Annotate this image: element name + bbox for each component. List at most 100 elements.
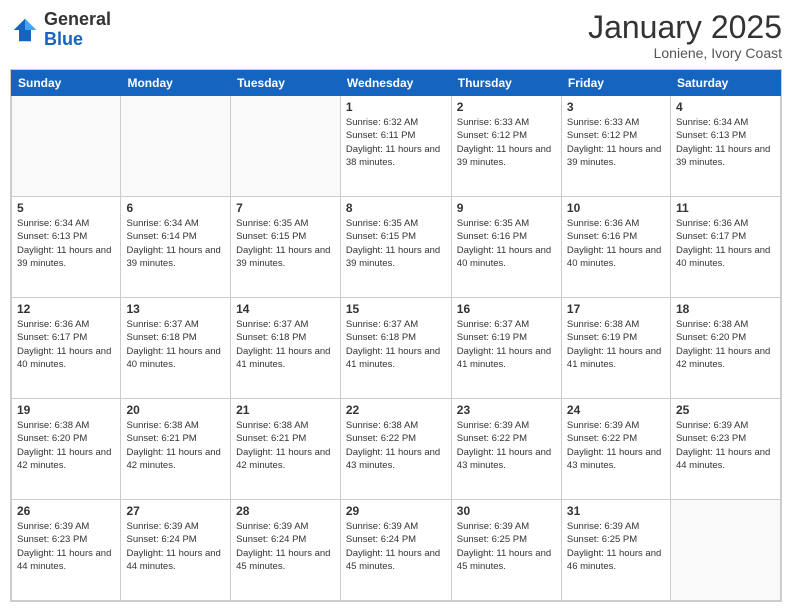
- calendar-cell: 10Sunrise: 6:36 AM Sunset: 6:16 PM Dayli…: [561, 197, 670, 298]
- day-number: 6: [126, 201, 225, 215]
- day-info: Sunrise: 6:39 AM Sunset: 6:24 PM Dayligh…: [236, 520, 335, 573]
- day-info: Sunrise: 6:39 AM Sunset: 6:23 PM Dayligh…: [676, 419, 775, 472]
- calendar-cell: 23 Sunrise: 6:39 AM Sunset: 6:22 PM Dayli…: [451, 399, 561, 500]
- day-number: 20: [126, 403, 225, 417]
- calendar-cell: 8 Sunrise: 6:35 AM Sunset: 6:15 PM Daylig…: [340, 197, 451, 298]
- day-number: 31: [567, 504, 665, 518]
- day-number: 10: [567, 201, 665, 215]
- day-info: Sunrise: 6:35 AM Sunset: 6:15 PM Dayligh…: [346, 217, 446, 270]
- day-info: Sunrise: 6:39 AM Sunset: 6:24 PM Dayligh…: [346, 520, 446, 573]
- calendar-cell: 4Sunrise: 6:34 AM Sunset: 6:13 PM Daylig…: [670, 96, 780, 197]
- day-number: 7: [236, 201, 335, 215]
- calendar-cell: 25 Sunrise: 6:39 AM Sunset: 6:23 PM Dayli…: [670, 399, 780, 500]
- calendar-cell: 26Sunrise: 6:39 AM Sunset: 6:23 PM Dayli…: [12, 500, 121, 601]
- day-number: 8: [346, 201, 446, 215]
- calendar-cell: 11Sunrise: 6:36 AM Sunset: 6:17 PM Dayli…: [670, 197, 780, 298]
- day-info: Sunrise: 6:39 AM Sunset: 6:25 PM Dayligh…: [567, 520, 665, 573]
- month-title: January 2025: [588, 10, 782, 45]
- calendar-cell: 20 Sunrise: 6:38 AM Sunset: 6:21 PM Dayli…: [121, 399, 231, 500]
- calendar-cell: 13 Sunrise: 6:37 AM Sunset: 6:18 PM Dayli…: [121, 298, 231, 399]
- day-number: 21: [236, 403, 335, 417]
- day-number: 19: [17, 403, 115, 417]
- logo-icon: [10, 15, 40, 45]
- day-number: 14: [236, 302, 335, 316]
- logo-blue: Blue: [44, 30, 111, 50]
- calendar-cell: 14 Sunrise: 6:37 AM Sunset: 6:18 PM Dayli…: [231, 298, 341, 399]
- calendar-cell: 2 Sunrise: 6:33 AM Sunset: 6:12 PM Daylig…: [451, 96, 561, 197]
- title-section: January 2025 Loniene, Ivory Coast: [588, 10, 782, 61]
- day-info: Sunrise: 6:34 AM Sunset: 6:14 PM Dayligh…: [126, 217, 225, 270]
- day-number: 30: [457, 504, 556, 518]
- day-number: 1: [346, 100, 446, 114]
- day-info: Sunrise: 6:33 AM Sunset: 6:12 PM Dayligh…: [567, 116, 665, 169]
- dow-monday: Monday: [121, 71, 231, 96]
- dow-friday: Friday: [561, 71, 670, 96]
- calendar-cell: 1Sunrise: 6:32 AM Sunset: 6:11 PM Daylig…: [340, 96, 451, 197]
- calendar-cell: [670, 500, 780, 601]
- dow-tuesday: Tuesday: [231, 71, 341, 96]
- day-info: Sunrise: 6:39 AM Sunset: 6:22 PM Dayligh…: [457, 419, 556, 472]
- day-info: Sunrise: 6:37 AM Sunset: 6:18 PM Dayligh…: [236, 318, 335, 371]
- day-number: 17: [567, 302, 665, 316]
- calendar-cell: [121, 96, 231, 197]
- day-number: 16: [457, 302, 556, 316]
- calendar-cell: 17Sunrise: 6:38 AM Sunset: 6:19 PM Dayli…: [561, 298, 670, 399]
- day-number: 13: [126, 302, 225, 316]
- calendar-cell: 15 Sunrise: 6:37 AM Sunset: 6:18 PM Dayli…: [340, 298, 451, 399]
- day-number: 9: [457, 201, 556, 215]
- day-info: Sunrise: 6:34 AM Sunset: 6:13 PM Dayligh…: [17, 217, 115, 270]
- calendar-cell: 27 Sunrise: 6:39 AM Sunset: 6:24 PM Dayli…: [121, 500, 231, 601]
- calendar-cell: 31 Sunrise: 6:39 AM Sunset: 6:25 PM Dayli…: [561, 500, 670, 601]
- day-number: 2: [457, 100, 556, 114]
- calendar: SundayMondayTuesdayWednesdayThursdayFrid…: [10, 69, 782, 602]
- calendar-cell: 18 Sunrise: 6:38 AM Sunset: 6:20 PM Dayli…: [670, 298, 780, 399]
- calendar-cell: 30 Sunrise: 6:39 AM Sunset: 6:25 PM Dayli…: [451, 500, 561, 601]
- calendar-cell: 28Sunrise: 6:39 AM Sunset: 6:24 PM Dayli…: [231, 500, 341, 601]
- week-row-4: 26Sunrise: 6:39 AM Sunset: 6:23 PM Dayli…: [12, 500, 781, 601]
- dow-saturday: Saturday: [670, 71, 780, 96]
- day-info: Sunrise: 6:39 AM Sunset: 6:22 PM Dayligh…: [567, 419, 665, 472]
- day-info: Sunrise: 6:38 AM Sunset: 6:21 PM Dayligh…: [126, 419, 225, 472]
- day-info: Sunrise: 6:36 AM Sunset: 6:17 PM Dayligh…: [17, 318, 115, 371]
- dow-sunday: Sunday: [12, 71, 121, 96]
- week-row-0: 1Sunrise: 6:32 AM Sunset: 6:11 PM Daylig…: [12, 96, 781, 197]
- day-number: 25: [676, 403, 775, 417]
- dow-thursday: Thursday: [451, 71, 561, 96]
- day-number: 3: [567, 100, 665, 114]
- day-info: Sunrise: 6:35 AM Sunset: 6:16 PM Dayligh…: [457, 217, 556, 270]
- day-info: Sunrise: 6:35 AM Sunset: 6:15 PM Dayligh…: [236, 217, 335, 270]
- week-row-3: 19 Sunrise: 6:38 AM Sunset: 6:20 PM Dayli…: [12, 399, 781, 500]
- calendar-cell: 21 Sunrise: 6:38 AM Sunset: 6:21 PM Dayli…: [231, 399, 341, 500]
- day-number: 22: [346, 403, 446, 417]
- calendar-cell: 6 Sunrise: 6:34 AM Sunset: 6:14 PM Daylig…: [121, 197, 231, 298]
- day-number: 27: [126, 504, 225, 518]
- calendar-cell: [12, 96, 121, 197]
- day-info: Sunrise: 6:38 AM Sunset: 6:20 PM Dayligh…: [17, 419, 115, 472]
- calendar-cell: 29 Sunrise: 6:39 AM Sunset: 6:24 PM Dayli…: [340, 500, 451, 601]
- day-number: 12: [17, 302, 115, 316]
- day-info: Sunrise: 6:38 AM Sunset: 6:21 PM Dayligh…: [236, 419, 335, 472]
- day-info: Sunrise: 6:37 AM Sunset: 6:18 PM Dayligh…: [346, 318, 446, 371]
- page-header: General Blue January 2025 Loniene, Ivory…: [10, 10, 782, 61]
- calendar-cell: 9 Sunrise: 6:35 AM Sunset: 6:16 PM Daylig…: [451, 197, 561, 298]
- day-number: 23: [457, 403, 556, 417]
- day-info: Sunrise: 6:39 AM Sunset: 6:25 PM Dayligh…: [457, 520, 556, 573]
- day-number: 15: [346, 302, 446, 316]
- day-info: Sunrise: 6:39 AM Sunset: 6:24 PM Dayligh…: [126, 520, 225, 573]
- day-info: Sunrise: 6:38 AM Sunset: 6:20 PM Dayligh…: [676, 318, 775, 371]
- day-info: Sunrise: 6:37 AM Sunset: 6:19 PM Dayligh…: [457, 318, 556, 371]
- day-number: 4: [676, 100, 775, 114]
- day-info: Sunrise: 6:33 AM Sunset: 6:12 PM Dayligh…: [457, 116, 556, 169]
- calendar-cell: 16 Sunrise: 6:37 AM Sunset: 6:19 PM Dayli…: [451, 298, 561, 399]
- calendar-cell: 12 Sunrise: 6:36 AM Sunset: 6:17 PM Dayli…: [12, 298, 121, 399]
- calendar-cell: 24 Sunrise: 6:39 AM Sunset: 6:22 PM Dayli…: [561, 399, 670, 500]
- location-subtitle: Loniene, Ivory Coast: [588, 45, 782, 61]
- day-info: Sunrise: 6:37 AM Sunset: 6:18 PM Dayligh…: [126, 318, 225, 371]
- calendar-cell: 7 Sunrise: 6:35 AM Sunset: 6:15 PM Daylig…: [231, 197, 341, 298]
- logo: General Blue: [10, 10, 111, 50]
- day-info: Sunrise: 6:38 AM Sunset: 6:22 PM Dayligh…: [346, 419, 446, 472]
- day-number: 18: [676, 302, 775, 316]
- day-number: 29: [346, 504, 446, 518]
- dow-wednesday: Wednesday: [340, 71, 451, 96]
- day-number: 24: [567, 403, 665, 417]
